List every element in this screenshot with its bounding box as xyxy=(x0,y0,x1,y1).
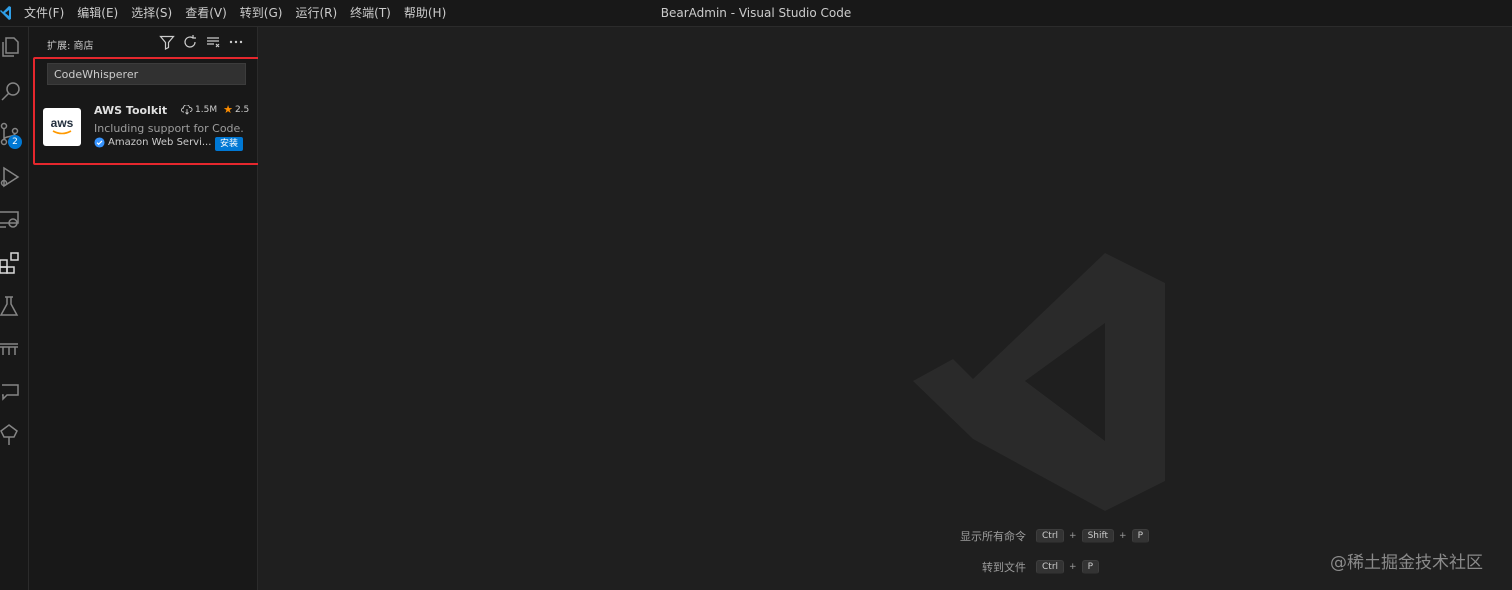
key-ctrl: Ctrl xyxy=(1036,560,1065,574)
window-title: BearAdmin - Visual Studio Code xyxy=(660,6,852,20)
key-plus: + xyxy=(1069,562,1077,572)
shortcut-label: 转到文件 xyxy=(982,561,1026,574)
shortcut-go-to-file: 转到文件 Ctrl + P xyxy=(946,559,1099,575)
shortcut-show-commands: 显示所有命令 Ctrl + Shift + P xyxy=(946,528,1150,544)
activity-bar: 2 xyxy=(0,27,29,590)
remote-explorer-icon[interactable] xyxy=(0,208,24,232)
vscode-watermark-icon xyxy=(913,253,1165,511)
filter-icon[interactable] xyxy=(159,34,182,52)
sidebar-title: 扩展: 商店 xyxy=(47,41,94,52)
extensions-icon[interactable] xyxy=(0,251,24,275)
editor-area xyxy=(258,27,1512,590)
tree-icon[interactable] xyxy=(0,423,24,447)
key-p: P xyxy=(1081,560,1099,574)
search-icon[interactable] xyxy=(0,79,24,103)
key-p: P xyxy=(1131,529,1150,543)
run-debug-icon[interactable] xyxy=(0,165,24,189)
key-plus: + xyxy=(1069,531,1077,541)
explorer-icon[interactable] xyxy=(0,35,24,59)
remote-bridge-icon[interactable] xyxy=(0,337,24,361)
shortcut-label: 显示所有命令 xyxy=(960,530,1026,543)
refresh-icon[interactable] xyxy=(182,34,205,52)
more-actions-icon[interactable] xyxy=(228,34,251,52)
title-bar: 文件(F) 编辑(E) 选择(S) 查看(V) 转到(G) 运行(R) 终端(T… xyxy=(0,0,1512,27)
site-watermark: @稀土掘金技术社区 xyxy=(1330,553,1483,573)
sidebar-actions xyxy=(159,34,251,52)
testing-icon[interactable] xyxy=(0,294,24,318)
chat-icon[interactable] xyxy=(0,380,24,404)
key-ctrl: Ctrl xyxy=(1036,529,1065,543)
source-control-badge: 2 xyxy=(8,135,22,149)
key-plus: + xyxy=(1119,531,1127,541)
clear-results-icon[interactable] xyxy=(205,34,228,52)
key-shift: Shift xyxy=(1081,529,1115,543)
